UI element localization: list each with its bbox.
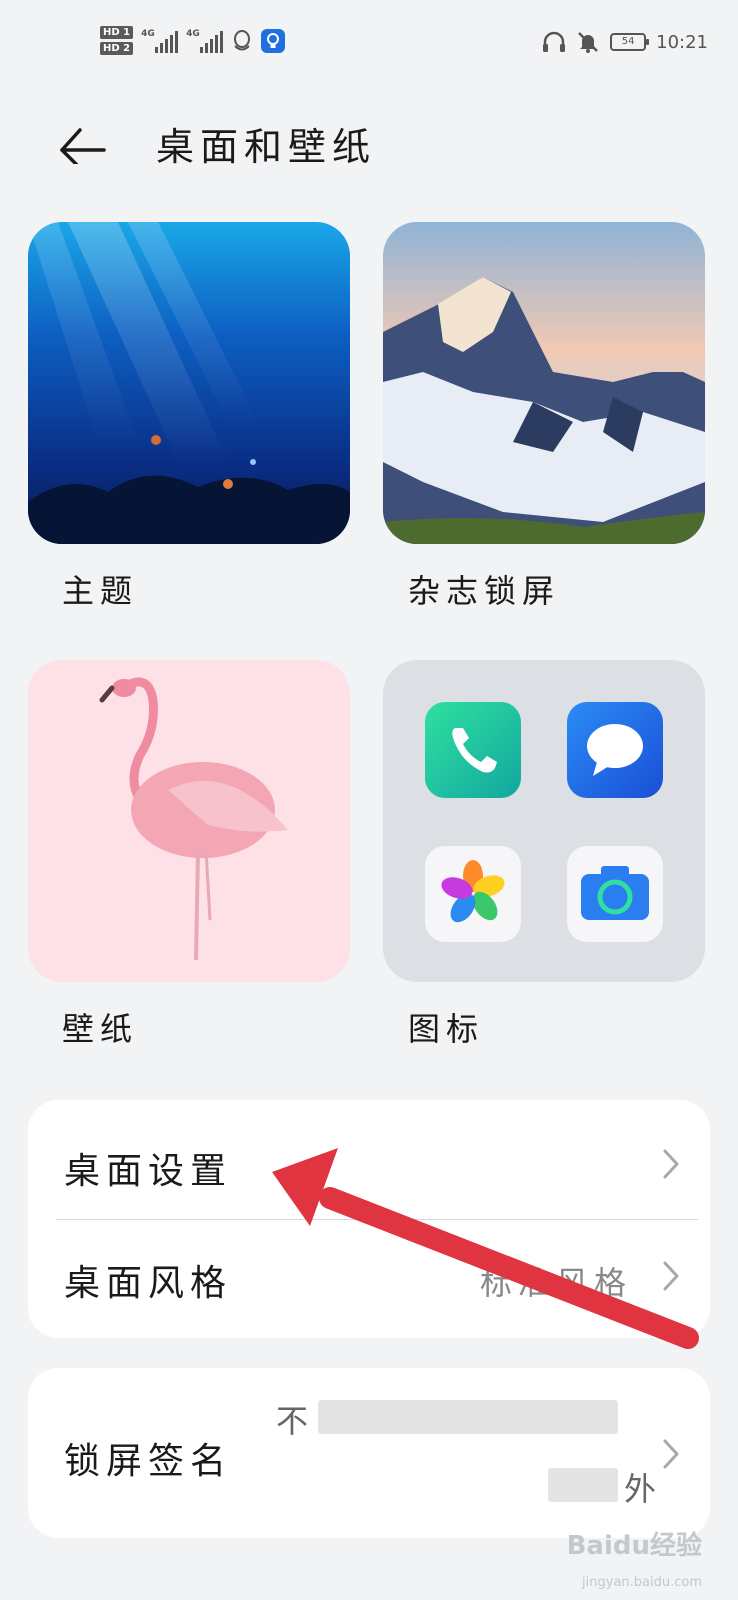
- chevron-right-icon: [663, 1149, 679, 1179]
- gallery-app-icon: [425, 846, 521, 942]
- lock-signature-value-end: 外: [624, 1470, 663, 1508]
- status-bar: HD 1 HD 2 4G 4G 54 10:21: [0, 0, 738, 80]
- theme-label: 主题: [62, 572, 139, 610]
- chevron-right-icon: [663, 1439, 679, 1469]
- network-type-1: 4G: [141, 28, 155, 39]
- desktop-settings-label: 桌面设置: [64, 1151, 233, 1192]
- signal-2-icon: 4G: [186, 28, 224, 53]
- status-right-group: 54 10:21: [542, 30, 708, 54]
- battery-icon: 54: [610, 33, 650, 51]
- lock-signature-card: 锁屏签名 不 外: [28, 1368, 710, 1538]
- desktop-settings-card: 桌面设置 桌面风格 标准风格: [28, 1100, 710, 1338]
- messages-app-icon: [567, 702, 663, 798]
- lock-signature-value-start: 不: [276, 1402, 315, 1440]
- icon-preview-grid: [383, 660, 705, 982]
- lock-signature-row[interactable]: 锁屏签名 不 外: [28, 1368, 710, 1538]
- desktop-style-label: 桌面风格: [64, 1263, 233, 1304]
- sim2-hd-badge: HD 2: [100, 42, 134, 55]
- wallpaper-tile[interactable]: [28, 660, 350, 982]
- magazine-lockscreen-label: 杂志锁屏: [408, 572, 561, 610]
- flamingo-wallpaper-image: [28, 660, 350, 982]
- baidu-watermark-url: jingyan.baidu.com: [582, 1575, 702, 1590]
- sim1-hd-badge: HD 1: [100, 26, 134, 39]
- back-arrow-icon: [60, 128, 106, 170]
- desktop-style-value: 标准风格: [480, 1264, 633, 1302]
- desktop-style-row[interactable]: 桌面风格 标准风格: [28, 1220, 710, 1332]
- clock: 10:21: [656, 31, 708, 53]
- back-button[interactable]: [58, 114, 108, 170]
- desktop-settings-row[interactable]: 桌面设置: [28, 1108, 710, 1220]
- sim-badges: HD 1 HD 2: [100, 26, 134, 55]
- network-type-2: 4G: [186, 28, 200, 39]
- camera-app-icon: [567, 846, 663, 942]
- wallpaper-label: 壁纸: [62, 1010, 139, 1048]
- page-title: 桌面和壁纸: [156, 125, 377, 169]
- theme-tile[interactable]: [28, 222, 350, 544]
- baidu-watermark: Baidu经验: [566, 1531, 702, 1561]
- status-left-group: HD 1 HD 2 4G 4G: [100, 26, 286, 55]
- icons-tile[interactable]: [383, 660, 705, 982]
- mute-bell-icon: [578, 32, 599, 53]
- qq-icon: [234, 29, 251, 50]
- blurred-signature-text: [318, 1400, 618, 1434]
- headphones-icon: [543, 31, 566, 52]
- magazine-lockscreen-tile[interactable]: [383, 222, 705, 544]
- chevron-right-icon: [663, 1261, 679, 1291]
- underwater-theme-image: [28, 222, 350, 544]
- blurred-signature-text-2: [548, 1468, 618, 1502]
- phone-app-icon: [425, 702, 521, 798]
- header: 桌面和壁纸: [0, 100, 738, 180]
- mountain-lockscreen-image: [383, 222, 705, 544]
- icons-label: 图标: [408, 1010, 485, 1048]
- lock-signature-label: 锁屏签名: [64, 1441, 233, 1482]
- lightbulb-notification-icon: [261, 28, 286, 53]
- signal-1-icon: 4G: [141, 28, 179, 53]
